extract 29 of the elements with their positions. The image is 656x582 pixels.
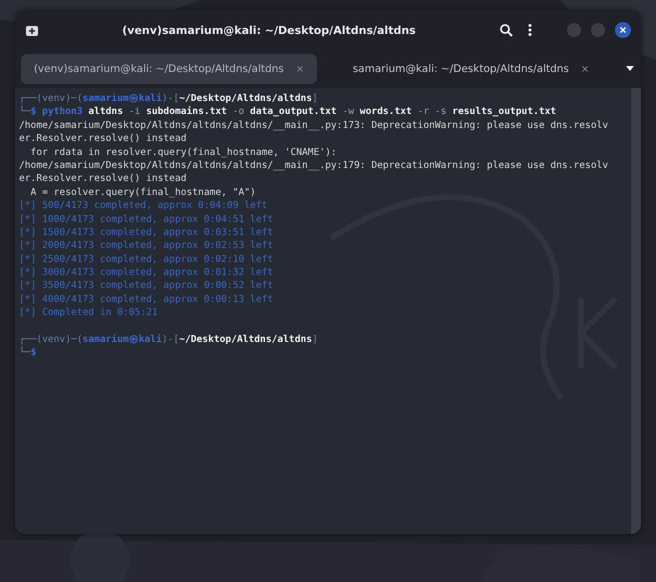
terminal-line: ┌──(venv)─(samarium㉿kali)-[~/Desktop/Altdns/altdns] — [19, 333, 318, 346]
terminal-line: ┌──(venv)─(samarium㉿kali)-[~/Desktop/Altdns/altdns] — [19, 92, 318, 105]
terminal-tab[interactable]: samarium@kali: ~/Desktop/Altdns/altdns × — [323, 54, 619, 84]
terminal-line: for rdata in resolver.query(final_hostname, 'CNAME'): — [30, 146, 337, 159]
terminal-line: [*] 1000/4173 completed, approx 0:04:51 left — [19, 212, 274, 226]
scrollbar[interactable] — [631, 88, 641, 534]
terminal-line: [*] 500/4173 completed, approx 0:04:09 left — [19, 199, 268, 213]
dropdown-icon[interactable] — [625, 65, 635, 73]
terminal-line: er.Resolver.resolve() instead — [19, 172, 187, 186]
terminal-line: [*] 4000/4173 completed, approx 0:00:13 left — [19, 292, 274, 306]
terminal-line: [*] 2500/4173 completed, approx 0:02:10 left — [19, 252, 274, 266]
terminal-line: [*] 1500/4173 completed, approx 0:03:51 left — [19, 226, 274, 240]
tab-close-button[interactable]: × — [296, 64, 304, 74]
close-icon[interactable] — [615, 22, 631, 38]
search-icon[interactable] — [499, 23, 513, 37]
terminal-line: [*] Completed in 0:05:21 — [19, 306, 158, 320]
new-tab-icon[interactable] — [25, 24, 39, 36]
tab-close-button[interactable]: × — [580, 64, 590, 74]
terminal-line: A = resolver.query(final_hostname, "A") — [30, 186, 256, 200]
terminal-line: /home/samarium/Desktop/Altdns/altdns/altdns/__main__.py:173: DeprecationWarning: please use dns.resolv — [19, 118, 608, 132]
terminal-line: └─$ python3 altdns -i subdomains.txt -o data_output.txt -w words.txt -r -s results_output.txt — [19, 105, 556, 119]
terminal-line: /home/samarium/Desktop/Altdns/altdns/altdns/__main__.py:179: DeprecationWarning: please use dns.resolv — [19, 158, 608, 172]
terminal-line: [*] 2000/4173 completed, approx 0:02:53 left — [19, 239, 274, 253]
terminal-tab[interactable]: (venv)samarium@kali: ~/Desktop/Altdns/altdns × — [21, 54, 317, 84]
terminal-line: er.Resolver.resolve() instead — [19, 132, 187, 146]
terminal-line: └─$ — [19, 346, 36, 360]
window-title: (venv)samarium@kali: ~/Desktop/Altdns/altdns — [121, 24, 417, 36]
terminal-line: [*] 3000/4173 completed, approx 0:01:32 left — [19, 266, 274, 280]
terminal-line: [*] 3500/4173 completed, approx 0:00:52 left — [19, 279, 274, 293]
